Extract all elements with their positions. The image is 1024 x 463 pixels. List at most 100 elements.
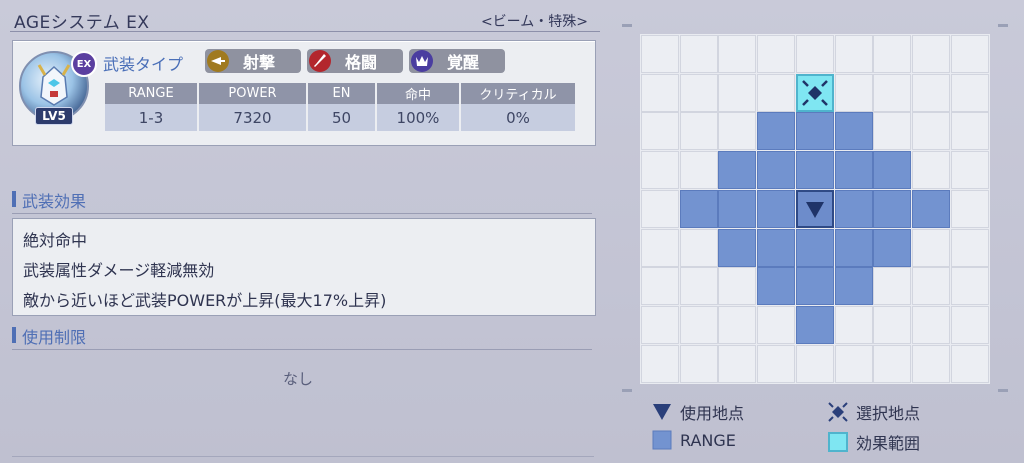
- grid-cell[interactable]: [911, 112, 950, 151]
- use-point-icon: [652, 403, 672, 421]
- grid-cell[interactable]: [873, 305, 912, 344]
- grid-cell[interactable]: [679, 305, 718, 344]
- grid-cell[interactable]: [873, 112, 912, 151]
- grid-cell[interactable]: [950, 344, 989, 383]
- grid-cell[interactable]: [911, 228, 950, 267]
- grid-cell[interactable]: [911, 73, 950, 112]
- grid-cell[interactable]: [641, 305, 679, 344]
- grid-cell-range[interactable]: [718, 151, 757, 190]
- grid-cell[interactable]: [795, 344, 834, 383]
- grid-cell-range[interactable]: [757, 151, 796, 190]
- grid-cell-range[interactable]: [873, 228, 912, 267]
- grid-cell[interactable]: [679, 35, 718, 73]
- legend-label: RANGE: [680, 430, 736, 450]
- effects-section-header: 武装効果: [12, 188, 592, 214]
- grid-cell-range[interactable]: [795, 151, 834, 190]
- effects-box: 絶対命中 武装属性ダメージ軽減無効 敵から近いほど武装POWERが上昇(最大17…: [12, 218, 596, 316]
- grid-corner: [622, 24, 632, 27]
- grid-cell[interactable]: [641, 189, 679, 228]
- grid-cell-range[interactable]: [757, 112, 796, 151]
- stat-critical-value: 0%: [461, 104, 575, 131]
- grid-cell-range[interactable]: [873, 189, 912, 228]
- grid-cell-range[interactable]: [834, 151, 873, 190]
- grid-cell-range[interactable]: [757, 189, 796, 228]
- grid-cell-range[interactable]: [834, 267, 873, 306]
- grid-cell[interactable]: [873, 344, 912, 383]
- grid-cell[interactable]: [757, 35, 796, 73]
- grid-cell[interactable]: [718, 344, 757, 383]
- effect-line: 武装属性ダメージ軽減無効: [23, 261, 215, 280]
- stat-range-value: 1-3: [105, 104, 197, 131]
- attribute-awaken: 覚醒: [409, 49, 505, 73]
- grid-cell[interactable]: [834, 344, 873, 383]
- grid-cell[interactable]: [757, 305, 796, 344]
- grid-cell[interactable]: [679, 151, 718, 190]
- stats-value-row: 1-3 7320 50 100% 0%: [105, 104, 575, 131]
- grid-cell[interactable]: [641, 267, 679, 306]
- grid-cell[interactable]: [641, 344, 679, 383]
- grid-cell[interactable]: [718, 305, 757, 344]
- grid-cell[interactable]: [911, 151, 950, 190]
- stat-header: EN: [308, 83, 375, 104]
- title-bar: AGEシステム EX <ビーム・特殊>: [10, 6, 600, 33]
- grid-cell-range[interactable]: [834, 189, 873, 228]
- grid-cell-range[interactable]: [795, 305, 834, 344]
- grid-cell[interactable]: [911, 344, 950, 383]
- grid-cell[interactable]: [679, 267, 718, 306]
- grid-cell-range[interactable]: [718, 228, 757, 267]
- grid-cell-range[interactable]: [873, 151, 912, 190]
- grid-cell-use-point[interactable]: [795, 189, 834, 228]
- grid-cell[interactable]: [950, 228, 989, 267]
- grid-cell-range[interactable]: [911, 189, 950, 228]
- grid-cell-range[interactable]: [757, 267, 796, 306]
- grid-cell[interactable]: [679, 228, 718, 267]
- grid-cell[interactable]: [950, 112, 989, 151]
- grid-cell[interactable]: [679, 344, 718, 383]
- legend-effect-area: 効果範囲: [828, 430, 920, 454]
- grid-cell[interactable]: [950, 73, 989, 112]
- grid-cell[interactable]: [950, 267, 989, 306]
- grid-cell-range[interactable]: [795, 267, 834, 306]
- grid-cell[interactable]: [834, 35, 873, 73]
- grid-cell[interactable]: [911, 305, 950, 344]
- grid-cell[interactable]: [718, 35, 757, 73]
- grid-cell[interactable]: [718, 73, 757, 112]
- grid-cell-range[interactable]: [718, 189, 757, 228]
- grid-cell[interactable]: [873, 73, 912, 112]
- grid-cell-range[interactable]: [795, 228, 834, 267]
- grid-cell-range[interactable]: [757, 228, 796, 267]
- grid-cell[interactable]: [873, 35, 912, 73]
- grid-cell[interactable]: [911, 267, 950, 306]
- grid-cell[interactable]: [950, 305, 989, 344]
- grid-cell[interactable]: [950, 35, 989, 73]
- grid-cell[interactable]: [834, 305, 873, 344]
- grid-cell[interactable]: [641, 151, 679, 190]
- grid-cell[interactable]: [718, 267, 757, 306]
- weapon-name: AGEシステム EX: [14, 13, 150, 33]
- grid-cell[interactable]: [950, 151, 989, 190]
- attribute-label: 覚醒: [447, 53, 480, 72]
- grid-cell-effect[interactable]: [795, 73, 834, 112]
- grid-cell[interactable]: [757, 73, 796, 112]
- grid-cell-range[interactable]: [679, 189, 718, 228]
- grid-cell[interactable]: [641, 112, 679, 151]
- grid-cell[interactable]: [641, 228, 679, 267]
- grid-cell[interactable]: [950, 189, 989, 228]
- range-swatch-icon: [652, 430, 672, 450]
- title-divider: [10, 31, 600, 32]
- grid-cell[interactable]: [873, 267, 912, 306]
- grid-cell[interactable]: [641, 35, 679, 73]
- grid-cell[interactable]: [641, 73, 679, 112]
- grid-cell[interactable]: [718, 112, 757, 151]
- grid-cell-range[interactable]: [834, 228, 873, 267]
- grid-cell[interactable]: [795, 35, 834, 73]
- restriction-value: なし: [283, 370, 314, 388]
- grid-cell[interactable]: [757, 344, 796, 383]
- grid-cell-range[interactable]: [834, 112, 873, 151]
- grid-cell-range[interactable]: [795, 112, 834, 151]
- grid-cell[interactable]: [911, 35, 950, 73]
- grid-cell[interactable]: [679, 112, 718, 151]
- range-grid: [622, 24, 1008, 392]
- grid-cell[interactable]: [679, 73, 718, 112]
- grid-cell[interactable]: [834, 73, 873, 112]
